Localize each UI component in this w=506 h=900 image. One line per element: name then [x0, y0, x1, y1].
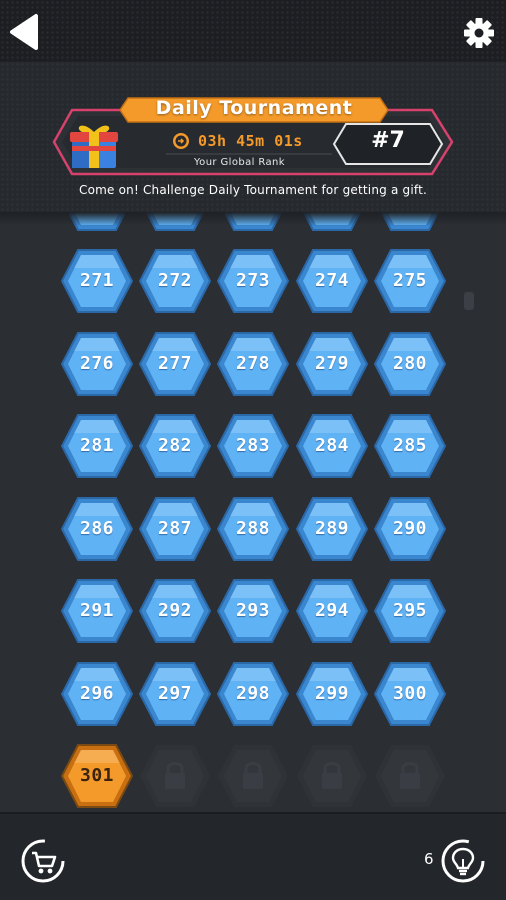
- level-number: 278: [235, 352, 270, 374]
- level-number: 279: [314, 352, 349, 374]
- daily-tournament-banner[interactable]: Daily Tournament 03h 45m 01s Your Global…: [0, 62, 506, 212]
- level-tile-283[interactable]: 283: [216, 413, 290, 479]
- tournament-message: Come on! Challenge Daily Tournament for …: [78, 183, 428, 197]
- level-tile-280[interactable]: 280: [373, 331, 447, 397]
- level-number: 299: [314, 682, 349, 704]
- level-number: 297: [157, 682, 192, 704]
- level-tile-292[interactable]: 292: [138, 578, 212, 644]
- level-number: 298: [235, 682, 270, 704]
- level-number: 272: [157, 270, 192, 291]
- bottom-bar: 6: [0, 812, 506, 900]
- level-tile-282[interactable]: 282: [138, 413, 212, 479]
- global-rank-label: Your Global Rank: [194, 157, 285, 168]
- timer-icon: [173, 133, 189, 149]
- level-number: 292: [157, 600, 192, 621]
- level-tile-300[interactable]: 300: [373, 661, 447, 727]
- level-number: 271: [79, 270, 114, 291]
- level-tile-272[interactable]: 272: [138, 248, 212, 314]
- level-tile-locked[interactable]: [216, 743, 290, 809]
- level-tile-locked[interactable]: [373, 743, 447, 809]
- level-number: 289: [314, 517, 349, 539]
- level-number: 281: [79, 435, 114, 456]
- level-tile-271[interactable]: 271: [60, 248, 134, 314]
- level-tile-279[interactable]: 279: [295, 331, 369, 397]
- level-tile-290[interactable]: 290: [373, 496, 447, 562]
- level-tile-locked[interactable]: [138, 743, 212, 809]
- level-tile-286[interactable]: 286: [60, 496, 134, 562]
- level-tile-296[interactable]: 296: [60, 661, 134, 727]
- level-number: 277: [157, 352, 192, 374]
- level-number: 286: [79, 517, 114, 539]
- gear-icon[interactable]: [462, 16, 496, 50]
- level-tile-299[interactable]: 299: [295, 661, 369, 727]
- level-tile-291[interactable]: 291: [60, 578, 134, 644]
- gift-icon: [70, 125, 118, 168]
- level-tile-287[interactable]: 287: [138, 496, 212, 562]
- level-tile-275[interactable]: 275: [373, 248, 447, 314]
- level-number: 301: [79, 765, 114, 786]
- level-tile-274[interactable]: 274: [295, 248, 369, 314]
- level-number: 293: [235, 600, 270, 621]
- grid-top-shadow: [0, 212, 506, 226]
- level-tile-288[interactable]: 288: [216, 496, 290, 562]
- global-rank-value: #7: [371, 128, 405, 153]
- level-number: 296: [79, 682, 114, 704]
- level-tile-284[interactable]: 284: [295, 413, 369, 479]
- shopping-cart-icon[interactable]: [20, 838, 66, 884]
- level-number: 295: [392, 600, 427, 621]
- level-number: 282: [157, 435, 192, 456]
- level-number: 273: [235, 270, 270, 291]
- level-number: 276: [79, 352, 114, 374]
- level-number: 291: [79, 600, 114, 621]
- level-number: 283: [235, 435, 270, 456]
- level-tile-295[interactable]: 295: [373, 578, 447, 644]
- level-tile-297[interactable]: 297: [138, 661, 212, 727]
- timer-text: 03h 45m 01s: [198, 132, 303, 150]
- level-tile-273[interactable]: 273: [216, 248, 290, 314]
- top-bar: [0, 0, 506, 62]
- level-number: 300: [392, 682, 427, 704]
- level-tile-278[interactable]: 278: [216, 331, 290, 397]
- level-number: 290: [392, 517, 427, 539]
- level-tile-276[interactable]: 276: [60, 331, 134, 397]
- scroll-indicator[interactable]: [464, 292, 474, 310]
- level-number: 294: [314, 600, 349, 621]
- level-tile-281[interactable]: 281: [60, 413, 134, 479]
- level-number: 288: [235, 517, 270, 539]
- level-tile-285[interactable]: 285: [373, 413, 447, 479]
- tournament-timer: 03h 45m 01s: [172, 130, 303, 152]
- tournament-title: Daily Tournament: [155, 97, 353, 119]
- level-number: 275: [392, 270, 427, 291]
- lightbulb-icon[interactable]: [440, 838, 486, 884]
- level-number: 280: [392, 352, 427, 374]
- level-tile-294[interactable]: 294: [295, 578, 369, 644]
- level-tile-298[interactable]: 298: [216, 661, 290, 727]
- level-number: 287: [157, 517, 192, 539]
- level-number: 284: [314, 435, 349, 456]
- level-tile-277[interactable]: 277: [138, 331, 212, 397]
- level-tile-289[interactable]: 289: [295, 496, 369, 562]
- level-tile-locked[interactable]: [295, 743, 369, 809]
- back-arrow-icon[interactable]: [6, 12, 42, 52]
- level-number: 274: [314, 270, 349, 291]
- hint-count: 6: [424, 850, 434, 868]
- level-tile-293[interactable]: 293: [216, 578, 290, 644]
- level-grid: 271 272 273 274 275 276 277 278 279 280 281 282 283 2…: [0, 212, 506, 812]
- level-tile-current[interactable]: 301: [60, 743, 134, 809]
- level-number: 285: [392, 435, 427, 456]
